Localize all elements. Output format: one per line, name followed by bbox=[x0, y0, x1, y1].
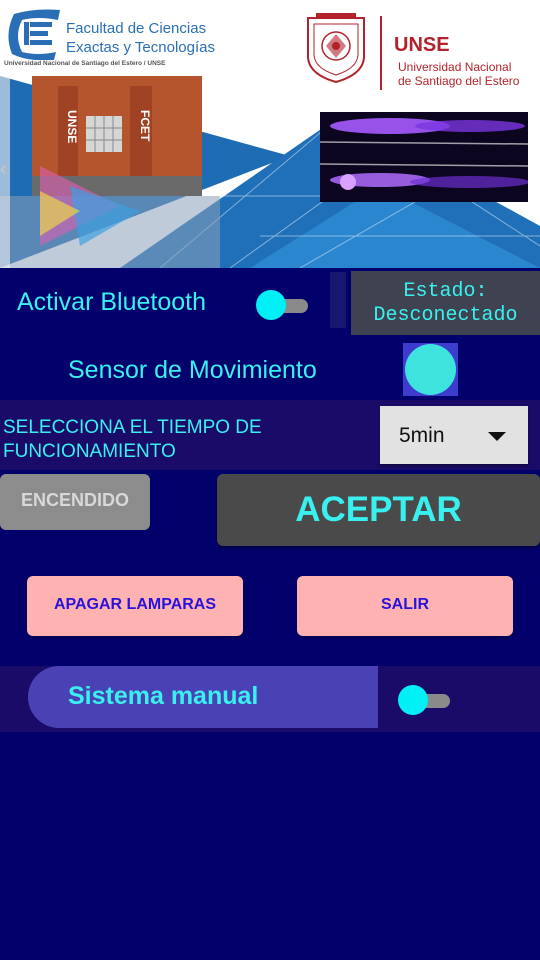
status-label: Estado: bbox=[403, 280, 488, 303]
building-sign-right: FCET bbox=[138, 110, 152, 142]
apagar-lamparas-button[interactable]: APAGAR LAMPARAS bbox=[27, 576, 243, 636]
fcet-logo: Facultad de Ciencias Exactas y Tecnologí… bbox=[4, 4, 224, 74]
sensor-button[interactable] bbox=[403, 343, 458, 396]
unse-title: UNSE bbox=[394, 34, 450, 56]
faculty-name-line2: Exactas y Tecnologías bbox=[66, 39, 215, 56]
manual-system-label: Sistema manual bbox=[68, 682, 259, 710]
unse-subtitle-line1: Universidad Nacional bbox=[398, 60, 512, 74]
aceptar-button[interactable]: ACEPTAR bbox=[217, 474, 540, 546]
manual-system-label-pill: Sistema manual bbox=[28, 666, 378, 728]
university-seal-icon bbox=[307, 13, 365, 84]
faculty-name-line1: Facultad de Ciencias bbox=[66, 20, 207, 37]
chevron-left-icon[interactable]: ‹ bbox=[0, 156, 12, 182]
building-sign-left: UNSE bbox=[65, 110, 79, 143]
sensor-row: Sensor de Movimiento bbox=[0, 338, 540, 400]
plasma-lamp-photo bbox=[320, 112, 528, 202]
time-label-line1: SELECCIONA EL TIEMPO DE bbox=[3, 417, 262, 438]
sensor-indicator-icon bbox=[405, 344, 456, 395]
status-value: Desconectado bbox=[373, 304, 518, 327]
connection-status: Estado: Desconectado bbox=[351, 271, 540, 335]
manual-toggle-thumb bbox=[398, 685, 428, 715]
bluetooth-label: Activar Bluetooth bbox=[17, 288, 206, 316]
bluetooth-toggle-thumb bbox=[256, 290, 286, 320]
sensor-label: Sensor de Movimiento bbox=[68, 356, 317, 384]
fcet-logo-mark bbox=[8, 9, 60, 60]
faculty-subtitle: Universidad Nacional de Santiago del Est… bbox=[4, 60, 166, 67]
time-dropdown-value: 5min bbox=[399, 424, 445, 447]
bluetooth-divider bbox=[330, 272, 346, 328]
salir-button[interactable]: SALIR bbox=[297, 576, 513, 636]
encendido-button[interactable]: ENCENDIDO bbox=[0, 474, 150, 530]
time-label-line2: FUNCIONAMIENTO bbox=[3, 441, 176, 462]
time-dropdown[interactable]: 5min bbox=[380, 406, 528, 464]
caret-down-icon bbox=[488, 432, 506, 441]
bluetooth-toggle[interactable] bbox=[256, 290, 312, 320]
time-label: SELECCIONA EL TIEMPO DE FUNCIONAMIENTO bbox=[3, 416, 303, 464]
header-banner: Facultad de Ciencias Exactas y Tecnologí… bbox=[0, 0, 540, 268]
manual-system-toggle[interactable] bbox=[398, 685, 454, 715]
